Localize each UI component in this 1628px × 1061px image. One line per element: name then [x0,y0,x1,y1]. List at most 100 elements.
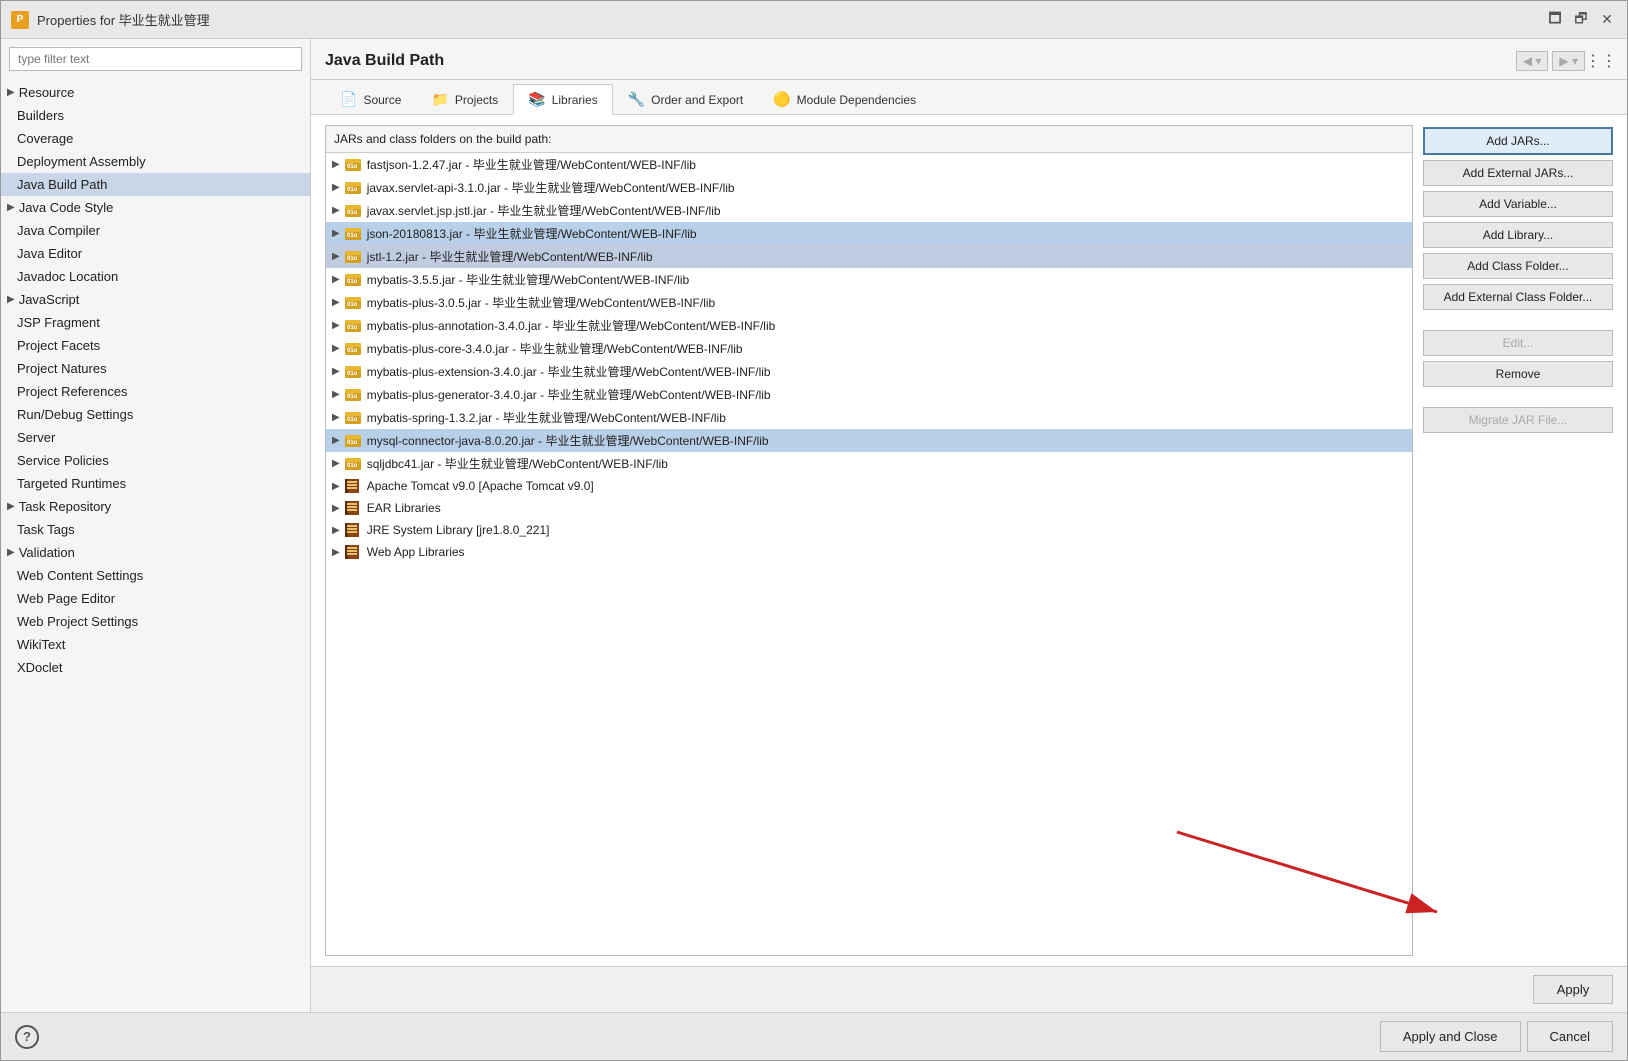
sidebar-item-java-compiler[interactable]: Java Compiler [1,219,310,242]
sidebar-item-builders[interactable]: Builders [1,104,310,127]
sidebar-item-deployment[interactable]: Deployment Assembly [1,150,310,173]
jar-icon: 01o [344,203,362,219]
sidebar-item-wikitext[interactable]: WikiText [1,633,310,656]
panel-body: JARs and class folders on the build path… [311,115,1627,966]
item-arrow-icon: ▶ [332,366,340,377]
sidebar-item-targeted-runtimes[interactable]: Targeted Runtimes [1,472,310,495]
list-item[interactable]: ▶ 01o sqljdbc41.jar - 毕业生就业管理/WebContent… [326,452,1412,475]
list-item[interactable]: ▶ EAR Libraries [326,497,1412,519]
sidebar-item-java-editor[interactable]: Java Editor [1,242,310,265]
minimize-button[interactable]: 🗖 [1545,10,1565,30]
sidebar-item-web-page-editor[interactable]: Web Page Editor [1,587,310,610]
jar-icon: 01o [344,272,362,288]
sidebar-item-project-natures[interactable]: Project Natures [1,357,310,380]
sidebar-item-jsp-fragment[interactable]: JSP Fragment [1,311,310,334]
back-button[interactable]: ◀ ▾ [1516,51,1549,71]
item-arrow-icon: ▶ [332,458,340,469]
svg-text:01o: 01o [347,463,358,469]
list-item[interactable]: ▶ 01o mybatis-plus-core-3.4.0.jar - 毕业生就… [326,337,1412,360]
list-item[interactable]: ▶ 01o fastjson-1.2.47.jar - 毕业生就业管理/WebC… [326,153,1412,176]
sidebar-item-project-facets[interactable]: Project Facets [1,334,310,357]
sidebar-item-label: Resource [19,85,75,100]
list-item[interactable]: ▶ 01o mybatis-plus-generator-3.4.0.jar -… [326,383,1412,406]
list-item[interactable]: ▶ 01o json-20180813.jar - 毕业生就业管理/WebCon… [326,222,1412,245]
filter-input[interactable] [9,47,302,71]
titlebar: P Properties for 毕业生就业管理 🗖 🗗 ✕ [1,1,1627,39]
maximize-button[interactable]: 🗗 [1571,10,1591,30]
item-label: fastjson-1.2.47.jar - 毕业生就业管理/WebContent… [367,156,696,173]
list-item[interactable]: ▶ 01o javax.servlet-api-3.1.0.jar - 毕业生就… [326,176,1412,199]
sidebar-item-validation[interactable]: ▶ Validation [1,541,310,564]
tab-source[interactable]: 📄 Source [325,84,416,114]
sidebar-item-label: Project References [17,384,128,399]
list-item[interactable]: ▶ 01o mybatis-spring-1.3.2.jar - 毕业生就业管理… [326,406,1412,429]
window-icon: P [11,11,29,29]
forward-button[interactable]: ▶ ▾ [1552,51,1585,71]
sidebar-item-xdoclet[interactable]: XDoclet [1,656,310,679]
list-item[interactable]: ▶ Apache Tomcat v9.0 [Apache Tomcat v9.0… [326,475,1412,497]
list-item[interactable]: ▶ 01o mybatis-plus-annotation-3.4.0.jar … [326,314,1412,337]
apply-and-close-button[interactable]: Apply and Close [1380,1021,1521,1052]
sidebar-item-label: Task Tags [17,522,75,537]
list-item[interactable]: ▶ 01o mybatis-3.5.5.jar - 毕业生就业管理/WebCon… [326,268,1412,291]
sidebar-item-server[interactable]: Server [1,426,310,449]
add-class-folder-button[interactable]: Add Class Folder... [1423,253,1613,279]
panel-menu-icon[interactable]: ⋮⋮ [1589,49,1613,73]
tab-libraries-label: Libraries [552,93,598,107]
remove-button[interactable]: Remove [1423,361,1613,387]
list-item[interactable]: ▶ 01o mybatis-plus-3.0.5.jar - 毕业生就业管理/W… [326,291,1412,314]
add-library-button[interactable]: Add Library... [1423,222,1613,248]
migrate-jar-button[interactable]: Migrate JAR File... [1423,407,1613,433]
list-item[interactable]: ▶ 01o mybatis-plus-extension-3.4.0.jar -… [326,360,1412,383]
arrow-icon: ▶ [7,202,15,213]
sidebar-item-task-repository[interactable]: ▶ Task Repository [1,495,310,518]
sidebar-item-service-policies[interactable]: Service Policies [1,449,310,472]
edit-button[interactable]: Edit... [1423,330,1613,356]
item-label: mybatis-3.5.5.jar - 毕业生就业管理/WebContent/W… [367,271,690,288]
sidebar-item-run-debug[interactable]: Run/Debug Settings [1,403,310,426]
sidebar-item-resource[interactable]: ▶ Resource [1,81,310,104]
jar-icon: 01o [344,387,362,403]
list-item[interactable]: ▶ 01o mysql-connector-java-8.0.20.jar - … [326,429,1412,452]
add-external-jars-button[interactable]: Add External JARs... [1423,160,1613,186]
main-content: ▶ Resource Builders Coverage Deployment … [1,39,1627,1012]
sidebar-item-label: Project Natures [17,361,107,376]
sidebar-item-label: Java Editor [17,246,82,261]
order-tab-icon: 🔧 [628,91,645,108]
sidebar-item-javascript[interactable]: ▶ JavaScript [1,288,310,311]
item-arrow-icon: ▶ [332,435,340,446]
list-item[interactable]: ▶ JRE System Library [jre1.8.0_221] [326,519,1412,541]
sidebar-item-web-project[interactable]: Web Project Settings [1,610,310,633]
sidebar-item-javadoc[interactable]: Javadoc Location [1,265,310,288]
tab-module-deps[interactable]: 🟡 Module Dependencies [758,84,931,114]
footer-right-buttons: Apply and Close Cancel [1380,1021,1613,1052]
add-variable-button[interactable]: Add Variable... [1423,191,1613,217]
build-path-list[interactable]: ▶ 01o fastjson-1.2.47.jar - 毕业生就业管理/WebC… [326,153,1412,955]
item-label: mybatis-plus-3.0.5.jar - 毕业生就业管理/WebCont… [367,294,716,311]
sidebar-item-java-build-path[interactable]: Java Build Path [1,173,310,196]
cancel-button[interactable]: Cancel [1527,1021,1613,1052]
jar-icon: 01o [344,249,362,265]
source-tab-icon: 📄 [340,91,357,108]
sidebar-item-task-tags[interactable]: Task Tags [1,518,310,541]
sidebar-item-project-references[interactable]: Project References [1,380,310,403]
list-item[interactable]: ▶ 01o jstl-1.2.jar - 毕业生就业管理/WebContent/… [326,245,1412,268]
add-jars-button[interactable]: Add JARs... [1423,127,1613,155]
jar-icon: 01o [344,157,362,173]
tab-order-export[interactable]: 🔧 Order and Export [613,84,758,114]
tab-libraries[interactable]: 📚 Libraries [513,84,612,115]
sidebar-item-web-content[interactable]: Web Content Settings [1,564,310,587]
tab-projects[interactable]: 📁 Projects [416,84,513,114]
build-path-label: JARs and class folders on the build path… [326,126,1412,153]
apply-button[interactable]: Apply [1533,975,1613,1004]
add-external-class-folder-button[interactable]: Add External Class Folder... [1423,284,1613,310]
item-arrow-icon: ▶ [332,205,340,216]
list-item[interactable]: ▶ Web App Libraries [326,541,1412,563]
help-button[interactable]: ? [15,1025,39,1049]
item-label: sqljdbc41.jar - 毕业生就业管理/WebContent/WEB-I… [367,455,668,472]
list-item[interactable]: ▶ 01o javax.servlet.jsp.jstl.jar - 毕业生就业… [326,199,1412,222]
tab-module-label: Module Dependencies [797,93,916,107]
sidebar-item-java-code-style[interactable]: ▶ Java Code Style [1,196,310,219]
close-button[interactable]: ✕ [1597,10,1617,30]
sidebar-item-coverage[interactable]: Coverage [1,127,310,150]
